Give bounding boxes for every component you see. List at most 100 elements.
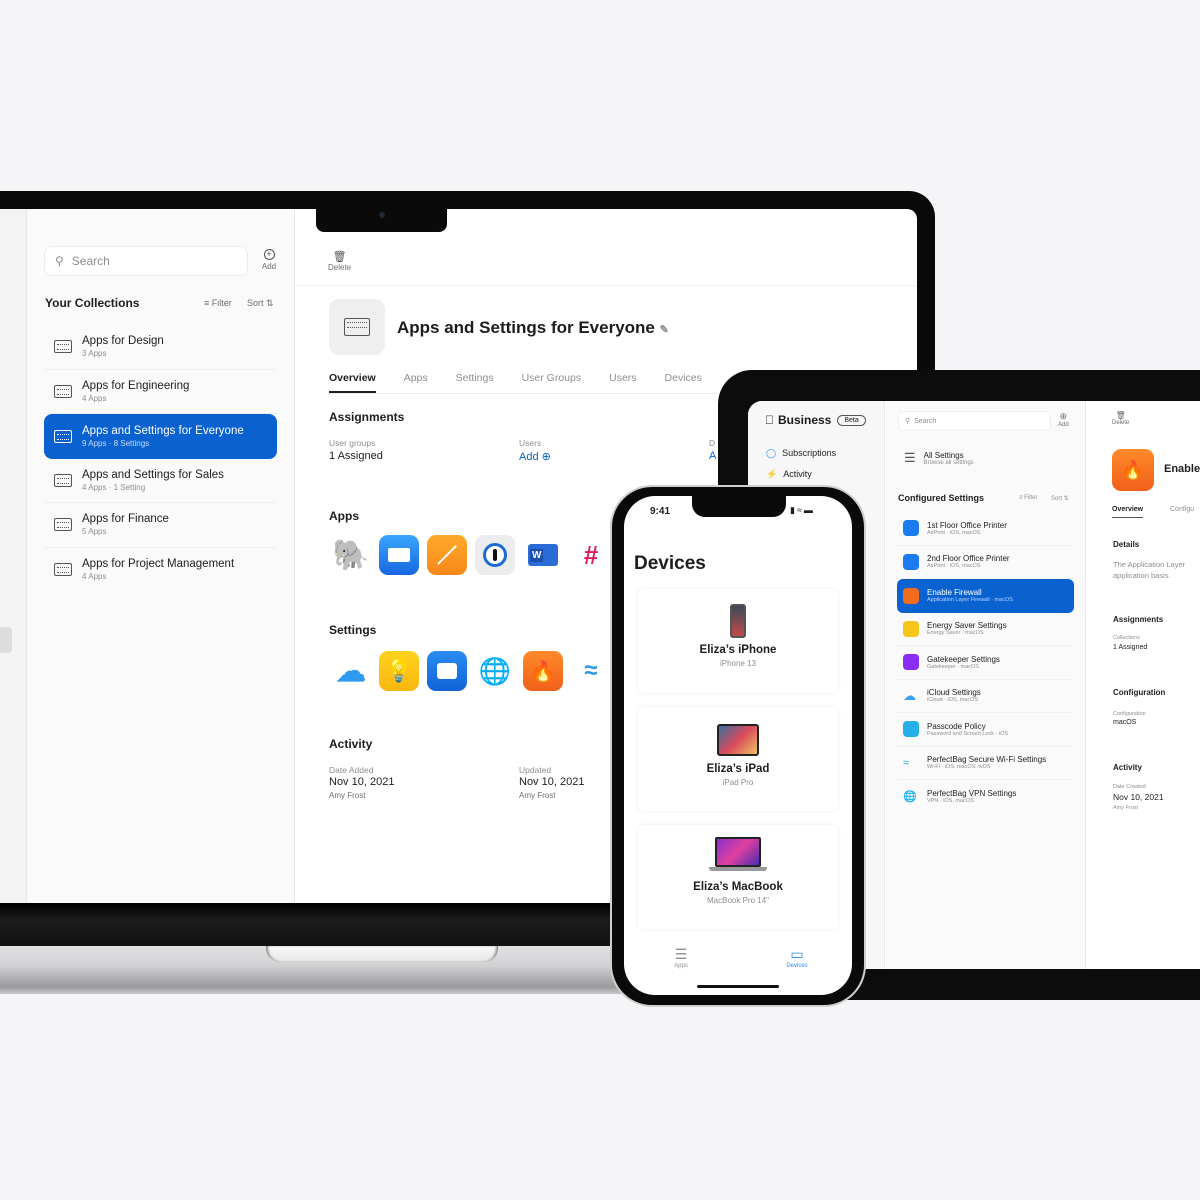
- filter-button[interactable]: ≡ Filter: [204, 298, 232, 308]
- configuration-heading: Configuration: [1113, 688, 1166, 697]
- add-users-link[interactable]: Add ⊕: [519, 450, 551, 463]
- sort-icon: ⇅: [263, 298, 274, 308]
- activity-heading: Activity: [329, 737, 373, 751]
- tab-users[interactable]: Users: [609, 372, 636, 393]
- setting-item[interactable]: ☁ iCloud Settings iCloud · iOS, macOS: [897, 680, 1074, 713]
- collection-item[interactable]: Apps and Settings for Sales 4 Apps · 1 Se…: [44, 459, 277, 503]
- ipad-delete-button[interactable]: 🗑 Delete: [1112, 411, 1129, 426]
- nav-rail-selection[interactable]: [0, 627, 12, 653]
- setting-item[interactable]: ≈ PerfectBag Secure Wi-Fi Settings Wi-Fi ·…: [897, 747, 1074, 780]
- filter-icon: ≡: [204, 298, 212, 308]
- search-input[interactable]: ⚲ Search: [44, 246, 248, 276]
- ipad-add-button[interactable]: ⊕ Add: [1058, 411, 1069, 428]
- date-added-value: Nov 10, 2021: [329, 776, 395, 788]
- configured-settings-list: 1st Floor Office Printer AirPrint · iOS, …: [897, 512, 1074, 814]
- tab-devices[interactable]: Devices: [665, 372, 702, 393]
- detail-tab-overview[interactable]: Overview: [1112, 506, 1144, 518]
- status-time: 9:41: [650, 506, 671, 517]
- passcode-icon: [903, 721, 919, 738]
- collections-label: Collections: [1113, 635, 1140, 641]
- 1password-app-icon[interactable]: [475, 535, 515, 575]
- collection-item[interactable]: Apps for Engineering 4 Apps: [44, 370, 277, 414]
- all-settings-item[interactable]: ☰ All Settings Browse all settings: [904, 450, 974, 466]
- slack-app-icon[interactable]: #: [571, 535, 611, 575]
- tab-apps[interactable]: Apps: [404, 372, 428, 393]
- sort-button[interactable]: Sort ⇅: [247, 298, 274, 309]
- icloud-setting-icon[interactable]: ☁: [331, 651, 371, 691]
- setting-item[interactable]: 🌐 PerfectBag VPN Settings VPN · iOS, macOS: [897, 780, 1074, 814]
- nav-subscriptions[interactable]: ◯ Subscriptions: [766, 448, 836, 459]
- user-groups-label: User groups: [329, 438, 376, 448]
- collection-item[interactable]: Apps for Project Management 4 Apps: [44, 548, 277, 593]
- list-icon: ☰: [904, 450, 916, 465]
- home-indicator: [697, 985, 779, 988]
- lock-icon: [903, 654, 919, 671]
- add-button[interactable]: + Add: [256, 249, 282, 271]
- trash-icon: 🗑: [1115, 411, 1126, 420]
- tab-settings[interactable]: Settings: [456, 372, 494, 393]
- vpn-globe-setting-icon[interactable]: 🌐: [475, 651, 515, 691]
- keynote-app-icon[interactable]: [379, 535, 419, 575]
- detail-tab-configuration[interactable]: Configu: [1170, 506, 1194, 513]
- setting-item[interactable]: 2nd Floor Office Printer AirPrint · iOS, …: [897, 546, 1074, 579]
- keyboard-icon: [54, 473, 72, 487]
- pages-app-icon[interactable]: [427, 535, 467, 575]
- collections-value: 1 Assigned: [1113, 644, 1148, 651]
- word-app-icon[interactable]: W: [523, 535, 563, 575]
- setting-item[interactable]: Passcode Policy Password and Screen Lock …: [897, 713, 1074, 747]
- firewall-setting-icon[interactable]: 🔥: [523, 651, 563, 691]
- ipad-search-input[interactable]: ⚲ Search: [898, 411, 1051, 431]
- device-card[interactable]: Eliza’s MacBook MacBook Pro 14": [638, 825, 838, 929]
- setting-item-selected[interactable]: Enable Firewall Application Layer Firewal…: [897, 579, 1074, 613]
- trash-icon: 🗑: [332, 251, 347, 263]
- collection-item[interactable]: Apps for Finance 5 Apps: [44, 503, 277, 548]
- stack-icon: ☰: [674, 946, 688, 962]
- wifi-setting-icon[interactable]: ≈: [571, 651, 611, 691]
- keyboard-icon: [54, 340, 72, 354]
- delete-button[interactable]: 🗑 Delete: [328, 250, 351, 272]
- created-by: Amy Frost: [1113, 805, 1139, 811]
- ipad-sort-button[interactable]: Sort ⇅: [1051, 495, 1069, 502]
- macbook-opening-lip: [266, 946, 498, 962]
- setting-item[interactable]: 1st Floor Office Printer AirPrint · iOS, …: [897, 512, 1074, 546]
- ipad-filter-button[interactable]: ≡ Filter: [1019, 495, 1038, 501]
- printer-setting-icon[interactable]: [427, 651, 467, 691]
- add-devices-link[interactable]: A: [709, 450, 716, 462]
- edit-pencil-icon[interactable]: ✎: [660, 324, 669, 336]
- updated-by: Amy Frost: [519, 791, 556, 800]
- device-card[interactable]: Eliza’s iPad iPad Pro: [638, 707, 838, 811]
- status-icons: ▮≈▬: [790, 505, 815, 516]
- keyboard-icon: [54, 384, 72, 398]
- apple-logo-icon: : [765, 413, 774, 427]
- page-title: Apps and Settings for Everyone ✎: [397, 318, 669, 337]
- iphone-device-image: [730, 604, 746, 638]
- energy-saver-setting-icon[interactable]: 💡: [379, 651, 419, 691]
- collections-title: Your Collections: [45, 296, 140, 310]
- devices-title: Devices: [634, 553, 706, 574]
- setting-item[interactable]: Gatekeeper Settings Gatekeeper · macOS: [897, 646, 1074, 680]
- tabbar-apps[interactable]: ☰ Apps: [666, 946, 696, 969]
- firewall-detail-icon: 🔥: [1112, 449, 1154, 491]
- collection-item-selected[interactable]: Apps and Settings for Everyone 9 Apps · 8…: [44, 414, 277, 459]
- devices-icon: ▭: [790, 946, 804, 962]
- tab-overview[interactable]: Overview: [329, 372, 376, 393]
- setting-item[interactable]: Energy Saver Settings Energy Saver · macO…: [897, 613, 1074, 646]
- battery-icon: ▬: [803, 505, 815, 515]
- business-logo: Business Beta: [765, 413, 866, 427]
- globe-icon: 🌐: [903, 790, 917, 803]
- tabbar-devices[interactable]: ▭ Devices: [781, 946, 813, 969]
- device-card[interactable]: Eliza’s iPhone iPhone 13: [638, 589, 838, 693]
- toolbar-divider: [296, 285, 917, 286]
- tab-user-groups[interactable]: User Groups: [522, 372, 582, 393]
- collection-item[interactable]: Apps for Design 3 Apps: [44, 325, 277, 370]
- macbook-device-image: [709, 837, 767, 873]
- macbook-notch: [316, 207, 447, 232]
- tab-bar: Overview Apps Settings User Groups Users…: [329, 372, 730, 393]
- evernote-app-icon[interactable]: 🐘: [331, 535, 371, 575]
- nav-activity[interactable]: ⚡ Activity: [766, 469, 812, 480]
- apps-heading: Apps: [329, 509, 359, 523]
- updated-value: Nov 10, 2021: [519, 776, 585, 788]
- iphone-notch: [692, 494, 786, 517]
- configuration-value: macOS: [1113, 719, 1137, 726]
- date-added-label: Date Added: [329, 765, 374, 775]
